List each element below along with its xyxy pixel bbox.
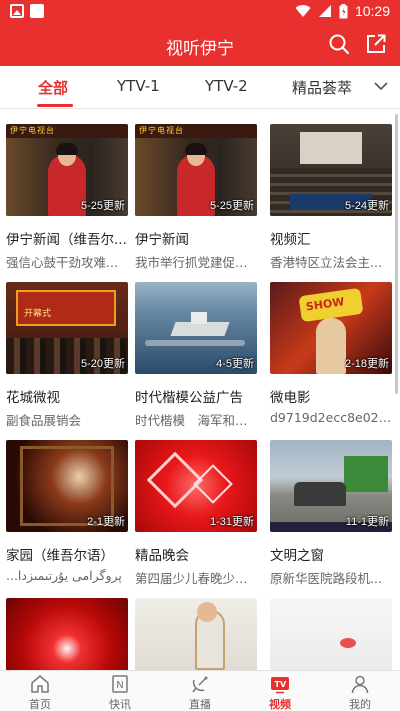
update-badge: 5-20更新 [80, 358, 125, 370]
video-thumbnail[interactable]: 1-31更新 [135, 440, 257, 532]
nav-label: 我的 [349, 698, 371, 711]
gallery-notification-icon [10, 4, 24, 18]
update-badge: 2-18更新 [344, 358, 389, 370]
video-card[interactable]: 开幕式 5-20更新 花城微视 副食品展销会 [6, 282, 128, 429]
thumbnail-caption: 开幕式 [24, 309, 52, 319]
home-icon [31, 675, 49, 693]
nav-label: 快讯 [109, 698, 131, 711]
thumbnail-caption: 伊宁电视台 [139, 126, 184, 135]
video-thumbnail[interactable] [6, 598, 128, 670]
thumbnail-caption: SHOW [305, 295, 346, 314]
video-thumbnail[interactable]: 伊宁电视台 5-25更新 [135, 124, 257, 216]
card-subtitle: 香港特区立法会主... [270, 255, 382, 270]
nav-news[interactable]: N 快讯 [80, 671, 160, 711]
update-badge: 4-5更新 [216, 358, 254, 370]
video-card[interactable] [270, 598, 392, 670]
video-card[interactable] [135, 598, 257, 670]
video-card[interactable]: 伊宁电视台 5-25更新 伊宁新闻 我市举行抓党建促脱... [135, 124, 257, 271]
card-title: 视频汇 [270, 232, 311, 248]
nav-video[interactable]: TV 视频 [240, 671, 320, 711]
video-card[interactable]: 伊宁电视台 5-25更新 伊宁新闻（维吾尔... 强信心鼓干劲攻难... [6, 124, 128, 271]
nav-me[interactable]: 我的 [320, 671, 400, 711]
scrollbar[interactable] [395, 114, 398, 394]
news-icon: N [112, 675, 128, 693]
card-title: 伊宁新闻（维吾尔... [6, 232, 127, 248]
nav-home[interactable]: 首页 [0, 671, 80, 711]
status-bar: 10:29 [0, 0, 400, 24]
video-thumbnail[interactable]: 4-5更新 [135, 282, 257, 374]
video-card[interactable]: 2-1更新 家园（维吾尔语） ...پروگرامى يۇرتىمىزدا [6, 440, 128, 583]
video-grid: 伊宁电视台 5-25更新 伊宁新闻（维吾尔... 强信心鼓干劲攻难... 伊宁电… [0, 110, 400, 670]
video-thumbnail[interactable]: SHOW 2-18更新 [270, 282, 392, 374]
card-subtitle: 强信心鼓干劲攻难... [6, 255, 118, 270]
clock: 10:29 [354, 3, 390, 19]
card-subtitle: 第四届少儿春晚少儿... [135, 571, 257, 586]
app-bar: 视听伊宁 [0, 24, 400, 66]
category-tabs: 全部 YTV-1 YTV-2 精品荟萃 [0, 66, 400, 109]
video-thumbnail[interactable]: 开幕式 5-20更新 [6, 282, 128, 374]
card-title: 文明之窗 [270, 548, 324, 564]
card-title: 花城微视 [6, 390, 60, 406]
card-title: 精品晚会 [135, 548, 189, 564]
tab-all[interactable]: 全部 [38, 77, 68, 98]
user-icon [351, 675, 369, 694]
video-thumbnail[interactable]: 2-1更新 [6, 440, 128, 532]
nav-label: 视频 [269, 698, 291, 711]
nav-label: 首页 [29, 698, 51, 711]
update-badge: 2-1更新 [87, 516, 125, 528]
video-thumbnail[interactable] [135, 598, 257, 670]
svg-text:N: N [116, 680, 123, 691]
video-card[interactable]: SHOW 2-18更新 微电影 d9719d2ecc8e027f... [270, 282, 392, 425]
tab-ytv-2[interactable]: YTV-2 [205, 77, 248, 95]
tab-featured[interactable]: 精品荟萃 [292, 77, 352, 98]
nav-live[interactable]: 直播 [160, 671, 240, 711]
active-tab-indicator [37, 104, 73, 107]
update-badge: 5-24更新 [344, 200, 389, 212]
card-title: 家园（维吾尔语） [6, 548, 114, 564]
video-thumbnail[interactable]: 11-1更新 [270, 440, 392, 532]
tv-icon: TV [271, 677, 289, 694]
thumbnail-caption: 伊宁电视台 [10, 126, 55, 135]
share-icon[interactable] [366, 34, 386, 54]
nav-label: 直播 [189, 698, 211, 711]
video-card[interactable] [6, 598, 128, 670]
card-title: 伊宁新闻 [135, 232, 189, 248]
card-subtitle: 我市举行抓党建促脱... [135, 255, 257, 270]
card-subtitle: 副食品展销会 [6, 413, 82, 428]
card-subtitle: 原新华医院路段机... [270, 571, 382, 586]
update-badge: 11-1更新 [345, 516, 389, 528]
card-title: 微电影 [270, 390, 311, 406]
tab-ytv-1[interactable]: YTV-1 [117, 77, 160, 95]
update-badge: 1-31更新 [209, 516, 254, 528]
update-badge: 5-25更新 [209, 200, 254, 212]
video-thumbnail[interactable] [270, 598, 392, 670]
card-subtitle: ...پروگرامى يۇرتىمىزدا [6, 568, 122, 583]
video-card[interactable]: 5-24更新 视频汇 香港特区立法会主... [270, 124, 392, 271]
search-icon[interactable] [328, 33, 350, 55]
update-badge: 5-25更新 [80, 200, 125, 212]
live-icon [192, 676, 208, 693]
signal-icon [318, 5, 331, 17]
app-notification-icon [30, 4, 44, 18]
card-subtitle: 时代楷模 海军和平... [135, 413, 257, 428]
video-card[interactable]: 1-31更新 精品晚会 第四届少儿春晚少儿... [135, 440, 257, 587]
wifi-icon [295, 5, 311, 18]
card-title: 时代楷模公益广告 [135, 390, 243, 406]
battery-icon [339, 3, 348, 18]
card-subtitle: d9719d2ecc8e027f... [270, 410, 392, 425]
svg-text:TV: TV [275, 680, 287, 689]
video-card[interactable]: 4-5更新 时代楷模公益广告 时代楷模 海军和平... [135, 282, 257, 429]
bottom-nav: 首页 N 快讯 直播 TV 视频 我的 [0, 670, 400, 711]
video-thumbnail[interactable]: 伊宁电视台 5-25更新 [6, 124, 128, 216]
chevron-down-icon[interactable] [374, 81, 388, 91]
video-thumbnail[interactable]: 5-24更新 [270, 124, 392, 216]
video-card[interactable]: 11-1更新 文明之窗 原新华医院路段机... [270, 440, 392, 587]
